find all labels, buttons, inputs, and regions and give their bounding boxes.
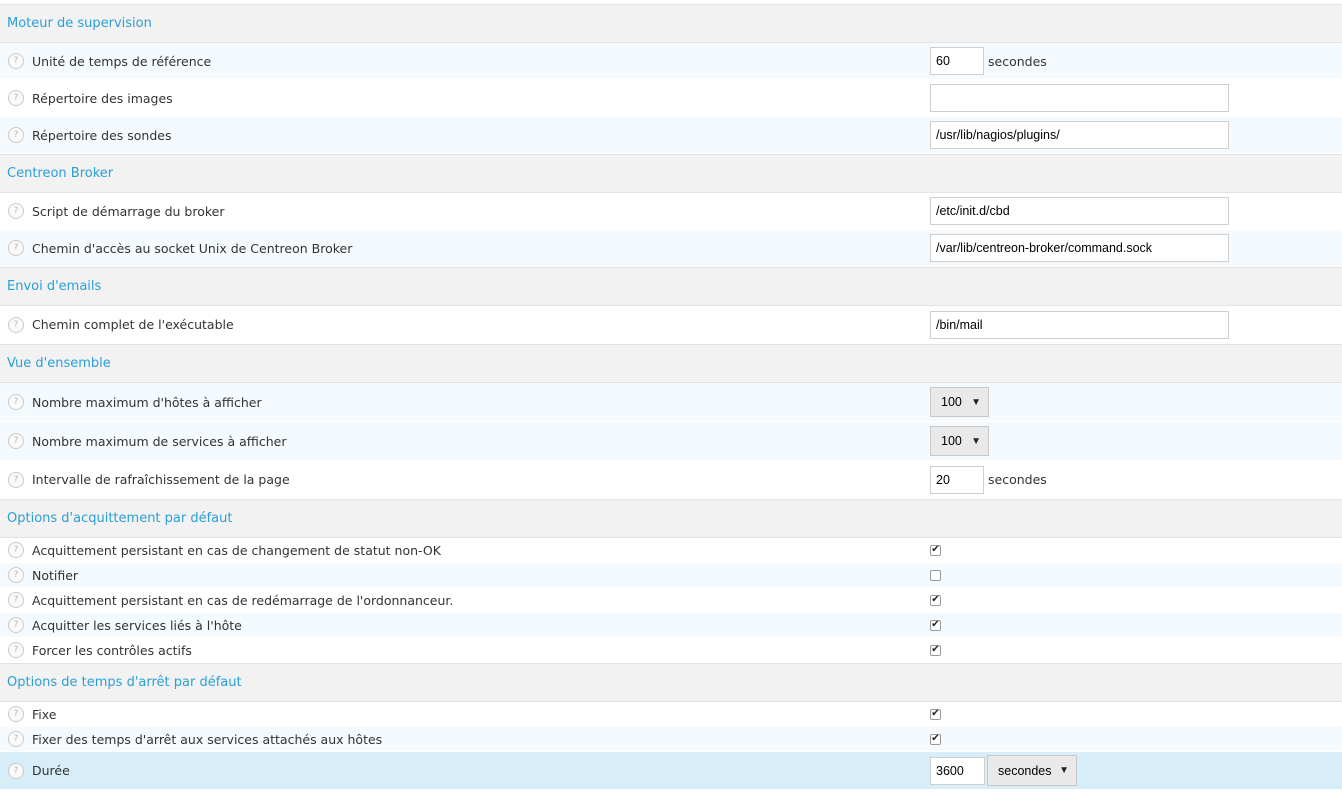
row-mailer-path: ? Chemin complet de l'exécutable — [0, 306, 1342, 344]
select-value: 100 — [941, 395, 962, 409]
row-refresh-interval: ? Intervalle de rafraîchissement de la p… — [0, 461, 1342, 499]
chevron-down-icon: ▼ — [971, 435, 981, 447]
field-label: Répertoire des sondes — [32, 127, 172, 143]
downtime-with-services-checkbox[interactable]: ✔ — [930, 733, 941, 745]
force-active-checkbox[interactable]: ✔ — [930, 644, 941, 656]
field-label: Forcer les contrôles actifs — [32, 642, 192, 658]
row-downtime-duration: ? Durée secondes ▼ — [0, 752, 1342, 790]
help-icon[interactable]: ? — [8, 53, 24, 69]
section-header-downtime: Options de temps d'arrêt par défaut — [0, 663, 1342, 702]
section-header-ack: Options d'acquittement par défaut — [0, 499, 1342, 538]
help-icon[interactable]: ? — [8, 762, 24, 779]
field-label: Notifier — [32, 567, 79, 583]
field-label: Répertoire des images — [32, 90, 173, 106]
duration-unit-select[interactable]: secondes ▼ — [987, 755, 1077, 786]
select-value: secondes — [998, 763, 1052, 778]
section-title: Moteur de supervision — [7, 16, 152, 31]
help-icon[interactable]: ? — [8, 706, 24, 722]
section-header-overview: Vue d'ensemble — [0, 344, 1342, 383]
ack-persistent-checkbox[interactable]: ✔ — [930, 594, 941, 606]
field-label: Nombre maximum d'hôtes à afficher — [32, 394, 262, 410]
field-label: Durée — [32, 763, 70, 778]
options-form: Moteur de supervision ? Unité de temps d… — [0, 0, 1342, 790]
row-ack-sticky: ? Acquittement persistant en cas de chan… — [0, 538, 1342, 563]
mailer-path-input[interactable] — [930, 310, 1229, 339]
row-ack-persistent: ? Acquittement persistant en cas de redé… — [0, 588, 1342, 613]
help-icon[interactable]: ? — [8, 240, 24, 256]
help-icon[interactable]: ? — [8, 471, 24, 488]
section-header-mail: Envoi d'emails — [0, 267, 1342, 306]
field-label: Chemin complet de l'exécutable — [32, 317, 234, 332]
downtime-duration-input[interactable] — [930, 756, 985, 785]
section-title: Vue d'ensemble — [7, 356, 111, 371]
field-label: Fixe — [32, 706, 57, 722]
field-label: Intervalle de rafraîchissement de la pag… — [32, 472, 290, 487]
row-images-dir: ? Répertoire des images — [0, 80, 1342, 117]
interval-length-input[interactable] — [930, 47, 984, 75]
section-header-engine: Moteur de supervision — [0, 4, 1342, 43]
help-icon[interactable]: ? — [8, 542, 24, 558]
select-value: 100 — [941, 434, 962, 448]
row-downtime-with-services: ? Fixer des temps d'arrêt aux services a… — [0, 727, 1342, 752]
field-label: Unité de temps de référence — [32, 53, 212, 69]
row-broker-socket: ? Chemin d'accès au socket Unix de Centr… — [0, 230, 1342, 267]
help-icon[interactable]: ? — [8, 567, 24, 583]
downtime-fixed-checkbox[interactable]: ✔ — [930, 708, 941, 720]
help-icon[interactable]: ? — [8, 394, 24, 410]
field-label: Acquittement persistant en cas de change… — [32, 542, 441, 558]
row-downtime-fixed: ? Fixe ✔ — [0, 702, 1342, 727]
row-interval-length: ? Unité de temps de référence secondes — [0, 43, 1342, 80]
max-services-select[interactable]: 100 ▼ — [930, 426, 989, 456]
broker-socket-input[interactable] — [930, 234, 1229, 262]
section-title: Options d'acquittement par défaut — [7, 511, 233, 526]
help-icon[interactable]: ? — [8, 642, 24, 658]
max-hosts-select[interactable]: 100 ▼ — [930, 387, 989, 417]
help-icon[interactable]: ? — [8, 617, 24, 633]
chevron-down-icon: ▼ — [971, 396, 981, 408]
help-icon[interactable]: ? — [8, 90, 24, 106]
row-ack-force-active: ? Forcer les contrôles actifs ✔ — [0, 638, 1342, 663]
section-header-broker: Centreon Broker — [0, 154, 1342, 193]
help-icon[interactable]: ? — [8, 731, 24, 747]
field-label: Nombre maximum de services à afficher — [32, 433, 287, 449]
ack-notify-checkbox[interactable] — [930, 569, 941, 581]
ack-sticky-checkbox[interactable]: ✔ — [930, 544, 941, 556]
row-ack-services: ? Acquitter les services liés à l'hôte ✔ — [0, 613, 1342, 638]
row-ack-notify: ? Notifier — [0, 563, 1342, 588]
field-label: Acquitter les services liés à l'hôte — [32, 617, 242, 633]
chevron-down-icon: ▼ — [1059, 765, 1069, 776]
row-max-services: ? Nombre maximum de services à afficher … — [0, 422, 1342, 461]
ack-services-checkbox[interactable]: ✔ — [930, 619, 941, 631]
help-icon[interactable]: ? — [8, 433, 24, 449]
section-title: Centreon Broker — [7, 166, 114, 181]
section-title: Envoi d'emails — [7, 279, 102, 294]
unit-label: secondes — [988, 472, 1047, 487]
help-icon[interactable]: ? — [8, 127, 24, 143]
plugins-dir-input[interactable] — [930, 121, 1229, 149]
row-broker-init-script: ? Script de démarrage du broker — [0, 193, 1342, 230]
images-dir-input[interactable] — [930, 84, 1229, 112]
field-label: Script de démarrage du broker — [32, 203, 225, 219]
row-plugins-dir: ? Répertoire des sondes — [0, 117, 1342, 154]
help-icon[interactable]: ? — [8, 316, 24, 333]
field-label: Acquittement persistant en cas de redéma… — [32, 592, 454, 608]
unit-label: secondes — [988, 53, 1047, 69]
field-label: Fixer des temps d'arrêt aux services att… — [32, 731, 383, 747]
section-title: Options de temps d'arrêt par défaut — [7, 675, 242, 690]
help-icon[interactable]: ? — [8, 203, 24, 219]
row-max-hosts: ? Nombre maximum d'hôtes à afficher 100 … — [0, 383, 1342, 422]
refresh-interval-input[interactable] — [930, 465, 984, 494]
broker-init-script-input[interactable] — [930, 197, 1229, 225]
field-label: Chemin d'accès au socket Unix de Centreo… — [32, 240, 353, 256]
help-icon[interactable]: ? — [8, 592, 24, 608]
